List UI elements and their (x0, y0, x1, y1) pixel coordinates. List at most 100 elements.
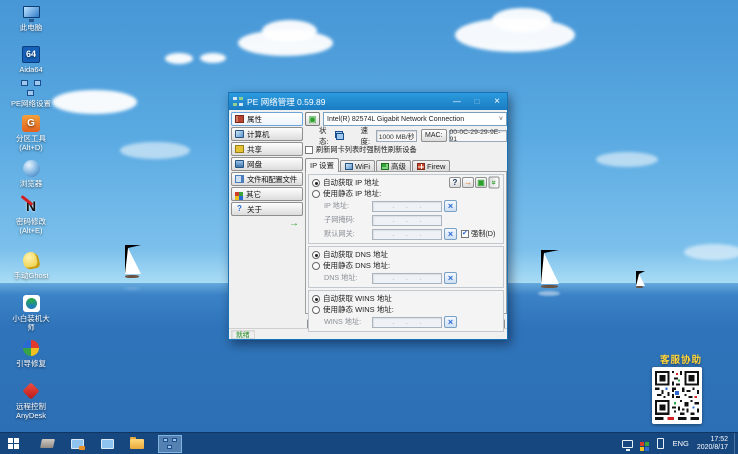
sailboat (125, 245, 141, 278)
auto-ip-radio[interactable] (312, 178, 320, 187)
static-dns-radio[interactable] (312, 261, 320, 270)
clear-ip-icon[interactable]: × (444, 200, 457, 212)
status-label: 状态: (319, 125, 329, 146)
other-icon (235, 192, 239, 196)
taskbar-icon-pc-repair[interactable] (68, 435, 86, 453)
mac-value: 00-0C-29-29-9E-91 (448, 129, 507, 143)
wins-group: 自动获取 WINS 地址 使用静态 WINS 地址: WINS 地址: . . … (308, 290, 504, 332)
tab-ip-settings[interactable]: IP 设置 (305, 158, 340, 172)
taskbar-icon-computer[interactable] (98, 435, 116, 453)
close-button[interactable]: × (487, 93, 507, 110)
about-icon: ? (237, 204, 242, 213)
tray-color-profile-icon[interactable] (639, 441, 650, 446)
main-panel: ▣ Intel(R) 82574L Gigabit Network Connec… (305, 112, 507, 335)
chevron-down-icon: ˅ (498, 115, 503, 123)
desktop-icon-password-reset[interactable]: N 密码修改 (Alt+E) (2, 195, 60, 235)
sidebar-item-network-drive[interactable]: 网盘 (231, 157, 303, 171)
taskbar-icon-disk-tool[interactable] (38, 435, 56, 453)
icon-label: 分区工具 (16, 134, 46, 143)
static-dns-label: 使用静态 DNS 地址: (323, 261, 391, 270)
export-button[interactable]: ▣ (475, 177, 487, 188)
boat-reflection (124, 287, 140, 290)
auto-dns-radio[interactable] (312, 250, 320, 259)
clock[interactable]: 17:52 2020/8/17 (697, 436, 728, 452)
auto-wins-radio[interactable] (312, 294, 320, 303)
sidebar-label: 属性 (247, 114, 262, 124)
desktop-icon-boot-repair[interactable]: 引导修复 (2, 338, 60, 368)
help-button[interactable]: ? (449, 177, 461, 188)
clear-wins-icon[interactable]: × (444, 316, 457, 328)
tab-label: WiFi (355, 162, 371, 171)
tray-display-icon[interactable] (621, 439, 633, 451)
sidebar-item-profiles[interactable]: 文件和配置文件 (231, 172, 303, 186)
ip-address-field[interactable]: . . . (372, 200, 442, 212)
taskbar-icon-explorer[interactable] (128, 435, 146, 453)
icon-label2: (Alt+D) (19, 143, 43, 152)
anydesk-diamond-icon (22, 382, 40, 400)
icon-label: Aida64 (19, 65, 43, 74)
icon-label2: 师 (27, 323, 35, 332)
title-bar[interactable]: PE 网络管理 0.59.89 — □ × (229, 93, 507, 110)
static-ip-radio[interactable] (312, 189, 320, 198)
wins-address-field[interactable]: . . . (372, 316, 442, 328)
desktop-icon-aida64[interactable]: 64 Aida64 (2, 44, 60, 74)
pinwheel-icon (23, 340, 39, 356)
qr-image (655, 370, 699, 420)
desktop-icon-manual-ghost[interactable]: 手动Ghost (2, 250, 60, 280)
dns-address-field[interactable]: . . . (372, 272, 442, 284)
collapse-arrow-icon[interactable]: → (231, 218, 303, 229)
desktop-icon-xiaobai-installer[interactable]: 小白装机大 师 (2, 293, 60, 332)
subnet-mask-field[interactable]: . . . (372, 214, 442, 226)
maximize-button[interactable]: □ (467, 93, 487, 110)
sidebar: 属性 计算机 共享 网盘 文件和配置文件 其它 ? 关于 → (231, 112, 303, 229)
start-button[interactable] (0, 433, 26, 454)
desktop: 此电脑 64 Aida64 PE网络设置 G 分区工具 (Alt+D) 浏览器 … (0, 0, 738, 454)
icon-label: 密码修改 (16, 217, 46, 226)
tab-label: Firew (427, 162, 446, 171)
static-wins-radio[interactable] (312, 305, 320, 314)
tray-input-icon[interactable] (656, 438, 664, 449)
desktop-icon-pe-network-settings[interactable]: PE网络设置 (2, 78, 60, 108)
clear-gateway-icon[interactable]: × (444, 228, 457, 240)
taskbar: ENG 17:52 2020/8/17 (0, 432, 738, 454)
sidebar-item-share[interactable]: 共享 (231, 142, 303, 156)
system-tray: ENG 17:52 2020/8/17 (621, 432, 738, 454)
auto-dns-label: 自动获取 DNS 地址 (323, 250, 389, 259)
gateway-field[interactable]: . . . (372, 228, 442, 240)
mac-button[interactable]: MAC: (421, 129, 447, 142)
expand-button[interactable]: » (488, 176, 500, 189)
sidebar-item-other[interactable]: 其它 (231, 187, 303, 201)
static-ip-label: 使用静态 IP 地址: (323, 189, 382, 198)
apply-quick-button[interactable]: → (462, 177, 474, 188)
auto-wins-label: 自动获取 WINS 地址 (323, 294, 392, 303)
clear-dns-icon[interactable]: × (444, 272, 457, 284)
cloud (262, 20, 317, 42)
auto-ip-label: 自动获取 IP 地址 (323, 178, 380, 187)
sidebar-item-computer[interactable]: 计算机 (231, 127, 303, 141)
icon-label: 远程控制 (16, 402, 46, 411)
diskgenius-icon: G (22, 114, 40, 132)
taskbar-icon-pe-network[interactable] (158, 434, 182, 453)
minimize-button[interactable]: — (447, 93, 467, 110)
language-indicator[interactable]: ENG (673, 439, 689, 448)
advanced-icon (381, 163, 390, 170)
desktop-icon-browser[interactable]: 浏览器 (2, 158, 60, 188)
sidebar-item-about[interactable]: ? 关于 (231, 202, 303, 216)
desktop-icon-this-pc[interactable]: 此电脑 (2, 2, 60, 32)
sailboat (636, 271, 645, 288)
force-refresh-checkbox[interactable] (305, 146, 313, 154)
sidebar-label: 计算机 (247, 129, 270, 139)
gateway-mandatory-checkbox[interactable] (461, 229, 469, 238)
adapter-refresh-button[interactable]: ▣ (305, 112, 320, 126)
pc-repair-icon (70, 438, 85, 450)
this-pc-icon (22, 6, 40, 22)
computer-icon (235, 130, 244, 138)
sidebar-item-properties[interactable]: 属性 (231, 112, 303, 126)
show-desktop-button[interactable] (734, 432, 738, 454)
profiles-icon (235, 175, 244, 183)
desktop-icon-partition-tool[interactable]: G 分区工具 (Alt+D) (2, 113, 60, 152)
window-title: PE 网络管理 0.59.89 (247, 96, 326, 107)
adapter-dropdown[interactable]: Intel(R) 82574L Gigabit Network Connecti… (323, 112, 507, 126)
icon-label: PE网络设置 (10, 99, 51, 108)
desktop-icon-anydesk[interactable]: 远程控制 AnyDesk (2, 381, 60, 420)
